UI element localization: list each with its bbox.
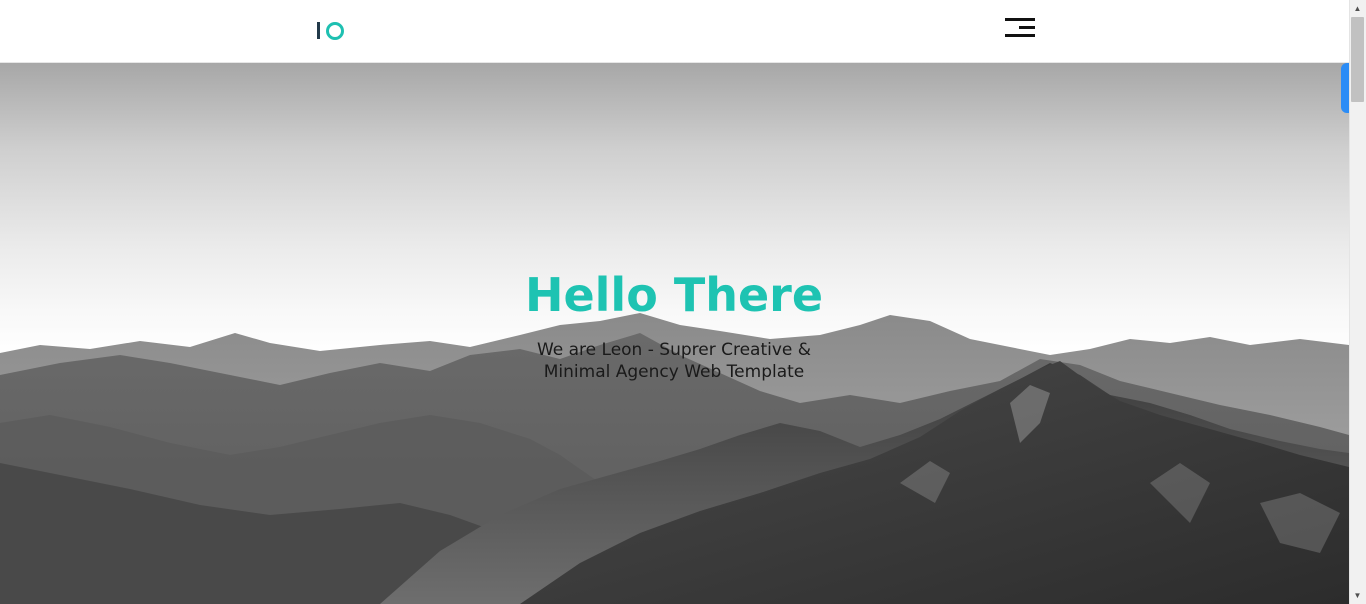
hero-section: Hello There We are Leon - Suprer Creativ… [0,63,1349,604]
side-panel-tab[interactable] [1341,63,1349,113]
hero-title: Hello There [524,268,824,322]
hamburger-menu-icon-middle [1019,26,1035,29]
page: Hello There We are Leon - Suprer Creativ… [0,0,1366,604]
hamburger-menu-icon-bottom [1005,34,1035,37]
logo-icon [317,22,320,39]
hero-content: Hello There We are Leon - Suprer Creativ… [374,267,974,383]
logo-link[interactable] [316,20,348,42]
logo-ring-icon [326,22,344,40]
scroll-down-arrow-icon[interactable]: ▼ [1349,587,1366,604]
scrollbar-thumb[interactable] [1351,17,1364,102]
site-header [0,0,1349,63]
hamburger-menu-icon [1005,18,1035,21]
menu-toggle-button[interactable] [1003,17,1037,41]
scroll-up-arrow-icon[interactable]: ▲ [1349,0,1366,17]
hero-subtitle: We are Leon - Suprer Creative & Minimal … [536,340,812,382]
